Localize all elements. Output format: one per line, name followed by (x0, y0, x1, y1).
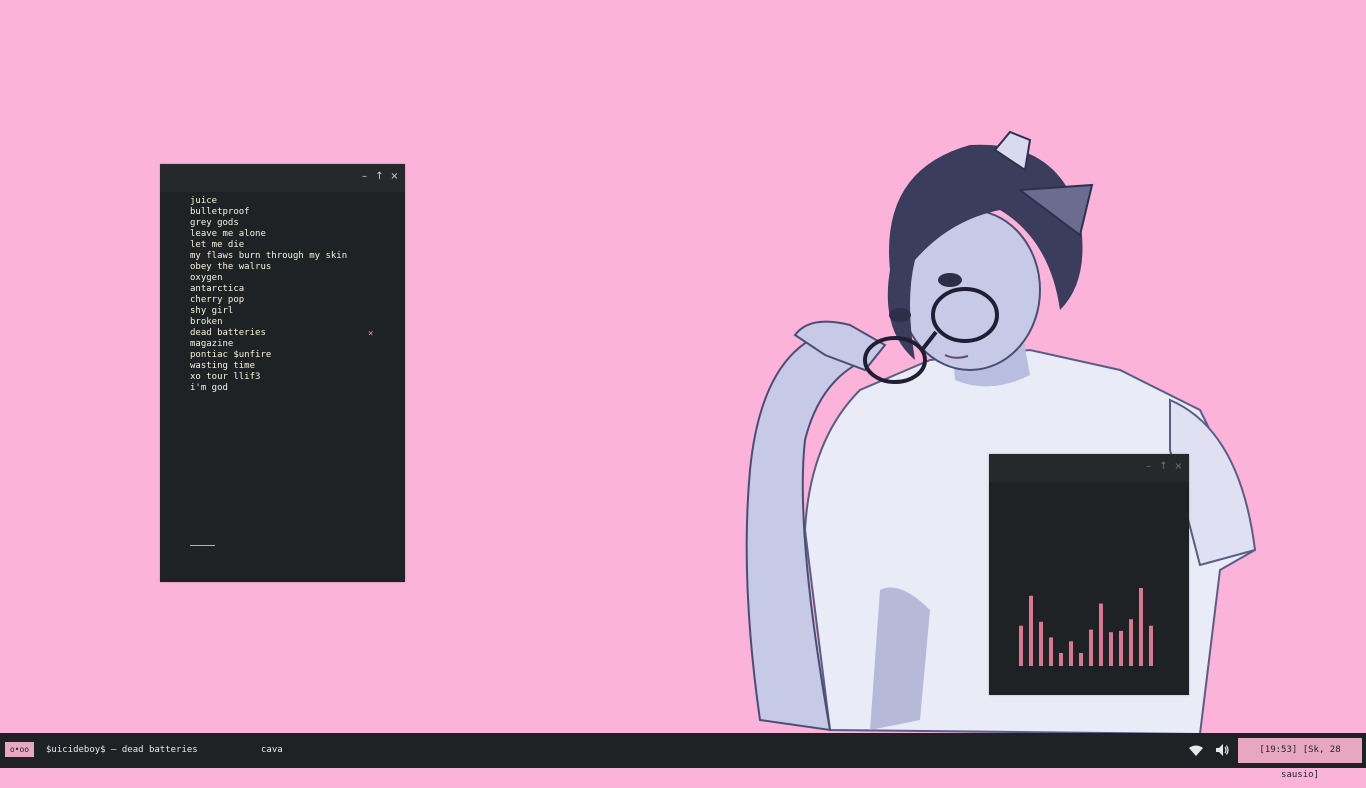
playlist: juice bulletproof grey gods leave me alo… (190, 196, 380, 394)
visualizer-bar (1099, 603, 1103, 666)
visualizer-bar (1039, 621, 1043, 666)
clock[interactable]: [19:53] [Sk, 28 sausio] (1238, 738, 1362, 780)
playlist-item[interactable]: shy girl (190, 306, 380, 317)
playlist-item[interactable]: let me die (190, 240, 380, 251)
visualizer-bar (1049, 637, 1053, 666)
playlist-item[interactable]: antarctica (190, 284, 380, 295)
visualizer-bar (1079, 653, 1083, 666)
taskbar: o•oo $uicideboy$ – dead batteries cava [… (0, 733, 1366, 780)
playlist-item[interactable]: grey gods (190, 218, 380, 229)
visualizer-bar (1139, 588, 1143, 666)
visualizer-bar (1069, 641, 1073, 666)
close-button[interactable]: × (390, 170, 399, 184)
active-window-title[interactable]: $uicideboy$ – dead batteries (46, 744, 198, 756)
visualizer-bar (1089, 629, 1093, 666)
playlist-item[interactable]: i'm god (190, 383, 380, 394)
volume-icon[interactable] (1215, 743, 1229, 757)
maximize-button[interactable]: ↑ (1159, 460, 1168, 474)
playlist-item[interactable]: pontiac $unfire (190, 350, 380, 361)
input-cursor (190, 545, 215, 546)
visualizer-bar (1059, 653, 1063, 666)
audio-visualizer (1019, 588, 1153, 666)
minimize-button[interactable]: – (1144, 460, 1153, 474)
visualizer-bar (1149, 625, 1153, 666)
visualizer-bar (1129, 619, 1133, 666)
task-item-cava[interactable]: cava (261, 744, 283, 756)
visualizer-bar (1109, 632, 1113, 666)
cava-window: – ↑ × (989, 454, 1189, 695)
playlist-item[interactable]: wasting time (190, 361, 380, 372)
visualizer-bar (1019, 625, 1023, 666)
playlist-item[interactable]: obey the walrus (190, 262, 380, 273)
playlist-item[interactable]: broken (190, 317, 380, 328)
playlist-item[interactable]: oxygen (190, 273, 380, 284)
minimize-button[interactable]: – (360, 170, 369, 184)
playlist-window: – ↑ × juice bulletproof grey gods leave … (160, 164, 405, 582)
playlist-item[interactable]: juice (190, 196, 380, 207)
playlist-item-current[interactable]: dead batteries (190, 328, 380, 339)
now-playing-marker: × (368, 329, 374, 339)
maximize-button[interactable]: ↑ (375, 170, 384, 184)
visualizer-bar (1029, 595, 1033, 666)
visualizer-bar (1119, 630, 1123, 666)
window-controls: – ↑ × (360, 170, 399, 184)
playlist-item[interactable]: leave me alone (190, 229, 380, 240)
playlist-item[interactable]: magazine (190, 339, 380, 350)
close-button[interactable]: × (1174, 460, 1183, 474)
wifi-icon[interactable] (1189, 745, 1203, 756)
playlist-item[interactable]: cherry pop (190, 295, 380, 306)
playlist-item[interactable]: my flaws burn through my skin (190, 251, 380, 262)
window-controls: – ↑ × (1144, 460, 1183, 474)
workspace-indicator[interactable]: o•oo (5, 742, 34, 757)
playlist-item[interactable]: xo tour llif3 (190, 372, 380, 383)
cava-titlebar[interactable]: – ↑ × (989, 454, 1189, 482)
playlist-item[interactable]: bulletproof (190, 207, 380, 218)
playlist-titlebar[interactable]: – ↑ × (160, 164, 405, 192)
